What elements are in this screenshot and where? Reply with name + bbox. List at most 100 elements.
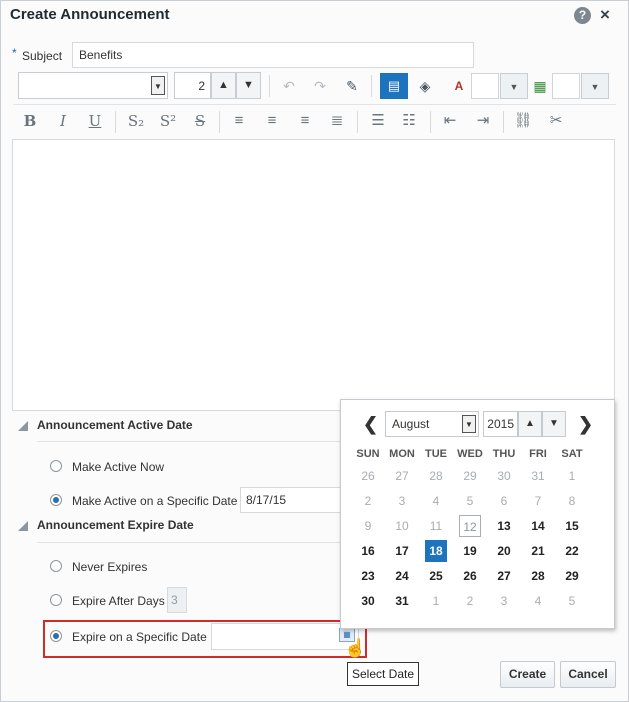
calendar-day[interactable]: 28 — [527, 565, 549, 587]
calendar-day[interactable]: 14 — [527, 515, 549, 537]
previous-month-icon[interactable]: ❮ — [363, 414, 378, 435]
calendar-day[interactable]: 4 — [527, 590, 549, 612]
font-family-select[interactable]: ▼ — [18, 72, 168, 99]
calendar-day[interactable]: 26 — [459, 565, 481, 587]
background-color-icon[interactable]: ▦ — [528, 74, 552, 98]
font-size-input[interactable]: 2 — [174, 72, 211, 99]
calendar-day[interactable]: 25 — [425, 565, 447, 587]
create-button[interactable]: Create — [500, 661, 555, 688]
calendar-day[interactable]: 4 — [425, 490, 447, 512]
calendar-day[interactable]: 24 — [391, 565, 413, 587]
calendar-day[interactable]: 28 — [425, 465, 447, 487]
text-color-dropdown[interactable]: ▼ — [500, 73, 528, 99]
calendar-day[interactable]: 29 — [561, 565, 583, 587]
superscript-icon[interactable]: S² — [156, 110, 180, 132]
expire-date-input[interactable] — [211, 623, 359, 650]
calendar-day[interactable]: 27 — [493, 565, 515, 587]
align-center-icon[interactable]: ≡ — [260, 110, 284, 132]
help-icon[interactable]: ? — [574, 7, 591, 24]
source-code-icon[interactable]: ◈ — [413, 74, 437, 98]
calendar-day[interactable]: 2 — [357, 490, 379, 512]
never-expires-radio[interactable] — [50, 560, 62, 572]
collapse-triangle-icon[interactable] — [18, 421, 28, 431]
calendar-day[interactable]: 11 — [425, 515, 447, 537]
next-month-icon[interactable]: ❯ — [578, 414, 593, 435]
calendar-day[interactable]: 26 — [357, 465, 379, 487]
italic-icon[interactable]: I — [51, 110, 75, 132]
year-input[interactable]: 2015 — [483, 411, 518, 437]
calendar-day[interactable]: 31 — [391, 590, 413, 612]
active-date-input[interactable]: 8/17/15 — [240, 487, 341, 513]
increase-size-button[interactable]: ▲ — [211, 72, 236, 99]
calendar-day[interactable]: 27 — [391, 465, 413, 487]
undo-icon[interactable]: ↶ — [277, 74, 301, 98]
calendar-day[interactable]: 10 — [391, 515, 413, 537]
text-color-icon[interactable]: A — [447, 74, 471, 98]
toolbar-separator — [269, 75, 270, 97]
calendar-day[interactable]: 20 — [493, 540, 515, 562]
calendar-day[interactable]: 9 — [357, 515, 379, 537]
bullet-list-icon[interactable]: ☰ — [366, 110, 390, 132]
month-select[interactable]: August ▼ — [385, 411, 479, 437]
expire-after-days-radio[interactable] — [50, 594, 62, 606]
redo-icon[interactable]: ↷ — [308, 74, 332, 98]
text-color-swatch[interactable] — [471, 73, 499, 99]
calendar-day[interactable]: 31 — [527, 465, 549, 487]
underline-icon[interactable]: U — [83, 110, 107, 132]
calendar-day[interactable]: 17 — [391, 540, 413, 562]
calendar-day[interactable]: 5 — [459, 490, 481, 512]
year-down-button[interactable]: ▼ — [542, 411, 566, 437]
make-active-now-radio[interactable] — [50, 460, 62, 472]
calendar-day[interactable]: 6 — [493, 490, 515, 512]
calendar-day[interactable]: 3 — [493, 590, 515, 612]
make-active-specific-label: Make Active on a Specific Date — [72, 494, 238, 508]
unlink-icon[interactable]: ✂ — [544, 110, 568, 132]
calendar-day[interactable]: 21 — [527, 540, 549, 562]
calendar-day[interactable]: 13 — [493, 515, 515, 537]
decrease-size-button[interactable]: ▼ — [236, 72, 261, 99]
calendar-day[interactable]: 1 — [425, 590, 447, 612]
bold-icon[interactable]: B — [18, 110, 42, 132]
calendar-day[interactable]: 23 — [357, 565, 379, 587]
expire-days-input[interactable]: 3 — [167, 587, 187, 613]
collapse-triangle-icon[interactable] — [18, 521, 28, 531]
weekday-header: SAT — [561, 448, 583, 460]
align-left-icon[interactable]: ≡ — [227, 110, 251, 132]
calendar-day[interactable]: 15 — [561, 515, 583, 537]
announcement-body-editor[interactable] — [12, 139, 615, 411]
expire-specific-label: Expire on a Specific Date — [72, 630, 207, 644]
rich-text-mode-icon[interactable]: ▤ — [380, 73, 408, 99]
calendar-day[interactable]: 22 — [561, 540, 583, 562]
close-icon[interactable]: × — [600, 5, 610, 25]
calendar-day[interactable]: 8 — [561, 490, 583, 512]
calendar-day[interactable]: 12 — [459, 515, 481, 537]
background-color-swatch[interactable] — [552, 73, 580, 99]
link-icon[interactable]: ⛓ — [511, 110, 535, 132]
calendar-day[interactable]: 29 — [459, 465, 481, 487]
indent-icon[interactable]: ⇥ — [471, 110, 495, 132]
background-color-dropdown[interactable]: ▼ — [581, 73, 609, 99]
cancel-button[interactable]: Cancel — [560, 661, 616, 688]
expire-specific-radio[interactable] — [50, 630, 62, 642]
justify-icon[interactable]: ≣ — [325, 110, 349, 132]
numbered-list-icon[interactable]: ☷ — [397, 110, 421, 132]
align-right-icon[interactable]: ≡ — [293, 110, 317, 132]
calendar-day[interactable]: 18 — [425, 540, 447, 562]
calendar-day[interactable]: 2 — [459, 590, 481, 612]
outdent-icon[interactable]: ⇤ — [438, 110, 462, 132]
strikethrough-icon[interactable]: S — [188, 110, 212, 132]
required-indicator: * — [12, 46, 17, 60]
calendar-day[interactable]: 5 — [561, 590, 583, 612]
calendar-day[interactable]: 7 — [527, 490, 549, 512]
subject-input[interactable]: Benefits — [72, 42, 474, 68]
make-active-specific-radio[interactable] — [50, 494, 62, 506]
year-up-button[interactable]: ▲ — [518, 411, 542, 437]
calendar-day[interactable]: 30 — [357, 590, 379, 612]
subscript-icon[interactable]: S₂ — [124, 110, 148, 132]
calendar-day[interactable]: 1 — [561, 465, 583, 487]
calendar-day[interactable]: 30 — [493, 465, 515, 487]
calendar-day[interactable]: 3 — [391, 490, 413, 512]
calendar-day[interactable]: 19 — [459, 540, 481, 562]
calendar-day[interactable]: 16 — [357, 540, 379, 562]
eraser-icon[interactable]: ✎ — [340, 74, 364, 98]
